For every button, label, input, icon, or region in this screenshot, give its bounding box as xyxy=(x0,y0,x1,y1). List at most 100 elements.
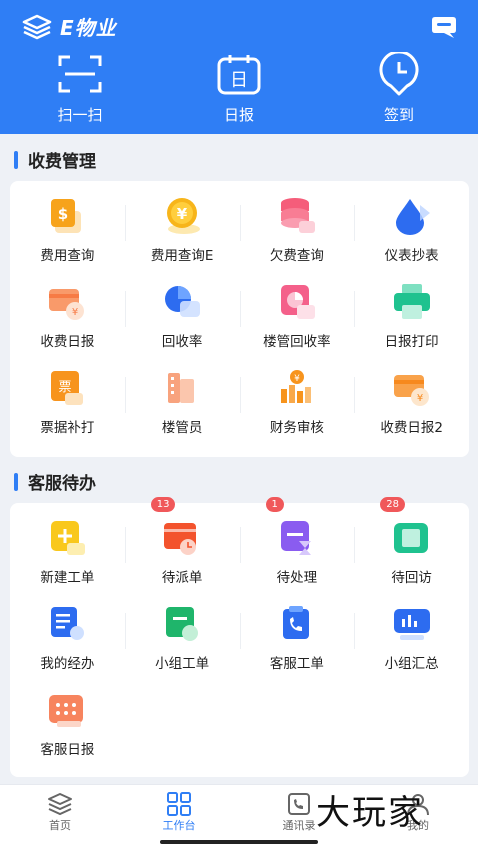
summary-chart-icon xyxy=(393,609,430,640)
svg-text:¥: ¥ xyxy=(294,374,300,384)
service-item-label: 客服日报 xyxy=(40,742,95,758)
contacts-icon xyxy=(288,793,310,815)
fee-section-label: 收费管理 xyxy=(28,152,96,172)
calendar-grid-icon xyxy=(49,695,84,727)
fee-item-label: 财务审核 xyxy=(269,420,324,436)
tab-workbench[interactable]: 工作台 xyxy=(119,791,239,833)
daily-report-action[interactable]: 日 日报 xyxy=(179,52,299,125)
home-stack-icon xyxy=(48,793,72,816)
pie-chart-icon xyxy=(165,286,201,317)
calendar-icon: 日 xyxy=(217,55,261,95)
fee-item-label: 票据补打 xyxy=(40,420,95,436)
service-daily-item[interactable]: 客服日报 xyxy=(10,675,125,761)
fee-section-title: 收费管理 xyxy=(14,147,96,172)
service-item-label: 小组汇总 xyxy=(384,656,439,672)
svg-text:¥: ¥ xyxy=(72,307,78,318)
finance-audit-item[interactable]: ¥ 财务审核 xyxy=(239,353,355,439)
section-accent-bar xyxy=(14,150,18,169)
new-ticket-item[interactable]: 新建工单 xyxy=(10,503,125,589)
ticket-reprint-item[interactable]: 票 票据补打 xyxy=(10,353,125,439)
service-card: 新建工单 13 待派单 1 待处理 28 待回访 我的经办 小组工单 客服工单 … xyxy=(10,497,469,777)
pie-card-icon xyxy=(280,285,315,319)
my-doc-icon xyxy=(51,607,85,640)
fee-item-label: 费用查询 xyxy=(40,248,95,264)
pending-process-item[interactable]: 1 待处理 xyxy=(239,497,355,589)
service-item-label: 新建工单 xyxy=(40,570,95,586)
svg-text:$: $ xyxy=(58,205,68,223)
building-recovery-item[interactable]: 楼管回收率 xyxy=(239,267,355,353)
service-item-label: 待回访 xyxy=(391,570,432,586)
daily-report-label: 日报 xyxy=(223,106,254,124)
check-in-action[interactable]: 签到 xyxy=(339,52,459,125)
service-section-title: 客服待办 xyxy=(14,469,96,494)
service-section-label: 客服待办 xyxy=(28,474,96,494)
svg-text:¥: ¥ xyxy=(416,393,422,404)
section-accent-bar xyxy=(14,472,18,491)
fee-item-label: 楼管员 xyxy=(161,420,203,436)
clock-pin-icon xyxy=(379,52,419,96)
database-stack-icon xyxy=(280,198,315,233)
message-button[interactable] xyxy=(430,14,458,44)
scan-icon xyxy=(58,55,102,93)
badge-count: 1 xyxy=(265,497,284,512)
fee-item-label: 收费日报 xyxy=(40,334,95,350)
tab-label: 工作台 xyxy=(162,819,196,832)
watermark: 大玩家 xyxy=(316,793,424,833)
fee-item-label: 日报打印 xyxy=(384,334,439,350)
building-icon xyxy=(168,373,195,403)
hourglass-icon xyxy=(280,521,311,555)
arrears-query-item[interactable]: 欠费查询 xyxy=(239,181,355,267)
app-logo: E物业 xyxy=(22,12,117,41)
pending-revisit-item[interactable]: 28 待回访 xyxy=(354,497,469,589)
card-yen-icon: ¥ xyxy=(49,289,85,320)
scan-action[interactable]: 扫一扫 xyxy=(20,52,140,125)
fee-item-label: 回收率 xyxy=(161,334,203,350)
group-summary-item[interactable]: 小组汇总 xyxy=(354,589,469,675)
fee-daily-item[interactable]: ¥ 收费日报 xyxy=(10,267,125,353)
check-in-label: 签到 xyxy=(383,106,414,124)
fee-query-e-item[interactable]: ¥ 费用查询E xyxy=(124,181,240,267)
badge-count: 13 xyxy=(150,497,176,512)
water-drop-icon xyxy=(395,199,430,235)
svg-text:日: 日 xyxy=(230,70,248,91)
phone-doc-icon xyxy=(282,606,309,639)
fee-item-label: 欠费查询 xyxy=(269,248,324,264)
service-item-label: 待处理 xyxy=(276,570,318,586)
svg-text:票: 票 xyxy=(59,380,72,395)
grid-icon xyxy=(167,792,191,816)
daily-print-item[interactable]: 日报打印 xyxy=(354,267,469,353)
app-title: E物业 xyxy=(60,16,117,40)
revisit-icon xyxy=(393,523,428,553)
layers-logo-icon xyxy=(22,14,52,39)
fee-item-label: 仪表抄表 xyxy=(384,248,439,264)
yen-coin-icon: ¥ xyxy=(167,198,201,234)
plus-doc-icon xyxy=(51,521,86,555)
fee-card: $ 费用查询 ¥ 费用查询E 欠费查询 仪表抄表 ¥ 收费日报 回收率 楼管回收… xyxy=(10,181,469,457)
fee-item-label: 费用查询E xyxy=(150,248,214,264)
app-header: E物业 扫一扫 日 日报 签到 xyxy=(0,0,478,134)
dollar-doc-icon: $ xyxy=(51,199,82,233)
chat-bubble-icon xyxy=(432,17,456,38)
bar-audit-icon: ¥ xyxy=(280,370,311,403)
badge-count: 28 xyxy=(380,497,405,512)
recovery-rate-item[interactable]: 回收率 xyxy=(124,267,240,353)
group-ticket-item[interactable]: 小组工单 xyxy=(124,589,240,675)
home-indicator xyxy=(160,840,318,844)
svg-text:¥: ¥ xyxy=(177,205,188,223)
fee-item-label: 楼管回收率 xyxy=(263,334,331,350)
card-yen-icon: ¥ xyxy=(393,375,429,406)
my-handled-item[interactable]: 我的经办 xyxy=(10,589,125,675)
service-ticket-item[interactable]: 客服工单 xyxy=(239,589,355,675)
building-manager-item[interactable]: 楼管员 xyxy=(124,353,240,439)
dispatch-icon xyxy=(164,523,197,555)
service-item-label: 我的经办 xyxy=(40,656,95,672)
fee-daily-2-item[interactable]: ¥ 收费日报2 xyxy=(354,353,469,439)
service-item-label: 待派单 xyxy=(161,570,203,586)
pending-dispatch-item[interactable]: 13 待派单 xyxy=(124,497,240,589)
fee-item-label: 收费日报2 xyxy=(380,420,443,436)
service-item-label: 小组工单 xyxy=(155,656,210,672)
fee-query-item[interactable]: $ 费用查询 xyxy=(10,181,125,267)
printer-icon xyxy=(393,284,430,319)
tab-home[interactable]: 首页 xyxy=(0,791,120,833)
meter-reading-item[interactable]: 仪表抄表 xyxy=(354,181,469,267)
